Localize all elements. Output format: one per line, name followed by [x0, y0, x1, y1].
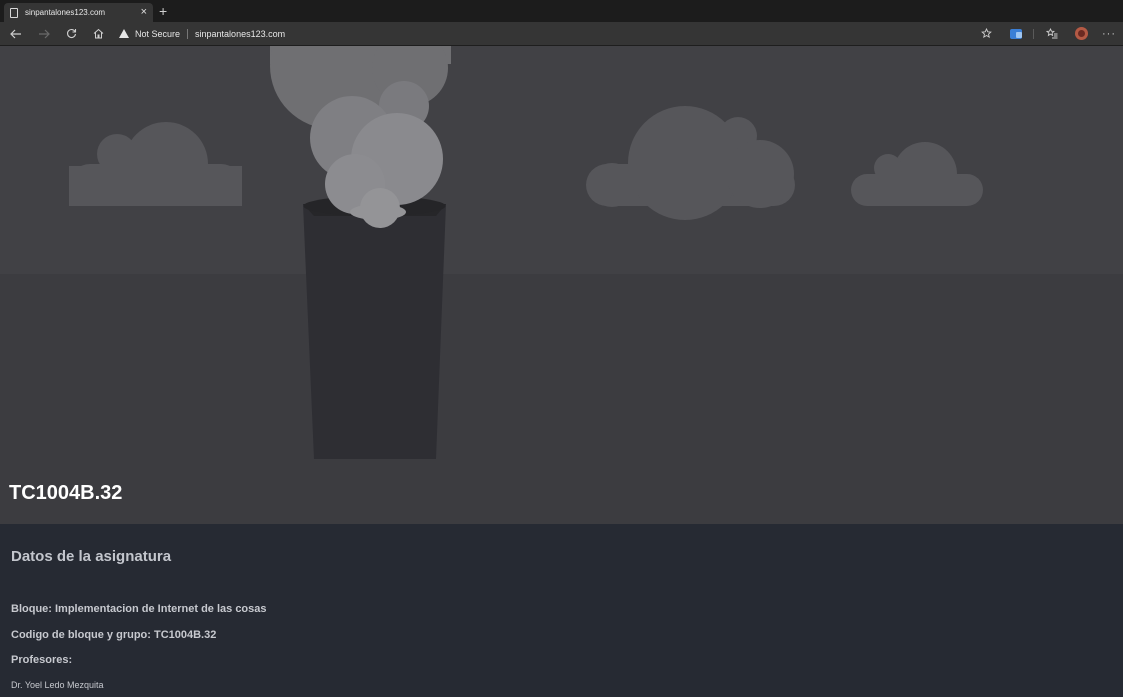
page-title: TC1004B.32 [9, 482, 123, 504]
profesores-label: Profesores: [11, 654, 73, 666]
codigo-text: Codigo de bloque y grupo: TC1004B.32 [11, 629, 217, 641]
close-tab-icon[interactable]: × [141, 7, 147, 18]
warning-icon [119, 29, 129, 38]
back-arrow-icon[interactable] [8, 22, 24, 45]
new-tab-button[interactable]: + [159, 3, 167, 19]
cloud-icon [69, 122, 242, 206]
browser-tab[interactable]: sinpantalones123.com × [4, 3, 153, 22]
address-bar[interactable]: Not Secure sinpantalones123.com [119, 25, 799, 42]
browser-tab-bar: sinpantalones123.com × + [0, 0, 1123, 22]
forward-arrow-icon[interactable] [36, 22, 52, 45]
star-icon[interactable] [978, 22, 994, 45]
translate-icon[interactable] [1008, 22, 1024, 45]
cloud-icon [851, 142, 983, 206]
address-divider [187, 28, 189, 39]
chimney-shape [303, 196, 446, 459]
url-text[interactable]: sinpantalones123.com [195, 29, 285, 39]
page-icon [10, 7, 18, 18]
toolbar-divider [1033, 29, 1034, 39]
tab-title: sinpantalones123.com [25, 8, 106, 17]
browser-toolbar: Not Secure sinpantalones123.com ··· [0, 22, 1123, 46]
course-info-section: Datos de la asignatura Bloque: Implement… [11, 548, 267, 690]
cloud-icon [586, 106, 795, 220]
profesor-name: Dr. Yoel Ledo Mezquita [11, 680, 104, 690]
refresh-icon[interactable] [63, 22, 79, 45]
bloque-text: Bloque: Implementacion de Internet de la… [11, 603, 267, 615]
security-label[interactable]: Not Secure [135, 29, 180, 39]
profile-avatar[interactable] [1073, 22, 1089, 45]
more-icon[interactable]: ··· [1101, 22, 1117, 45]
home-icon[interactable] [90, 22, 106, 45]
hero-banner: TC1004B.32 [0, 46, 1123, 524]
favorites-icon[interactable] [1044, 22, 1060, 45]
smokestack-illustration [69, 46, 983, 459]
section-heading: Datos de la asignatura [11, 548, 172, 565]
